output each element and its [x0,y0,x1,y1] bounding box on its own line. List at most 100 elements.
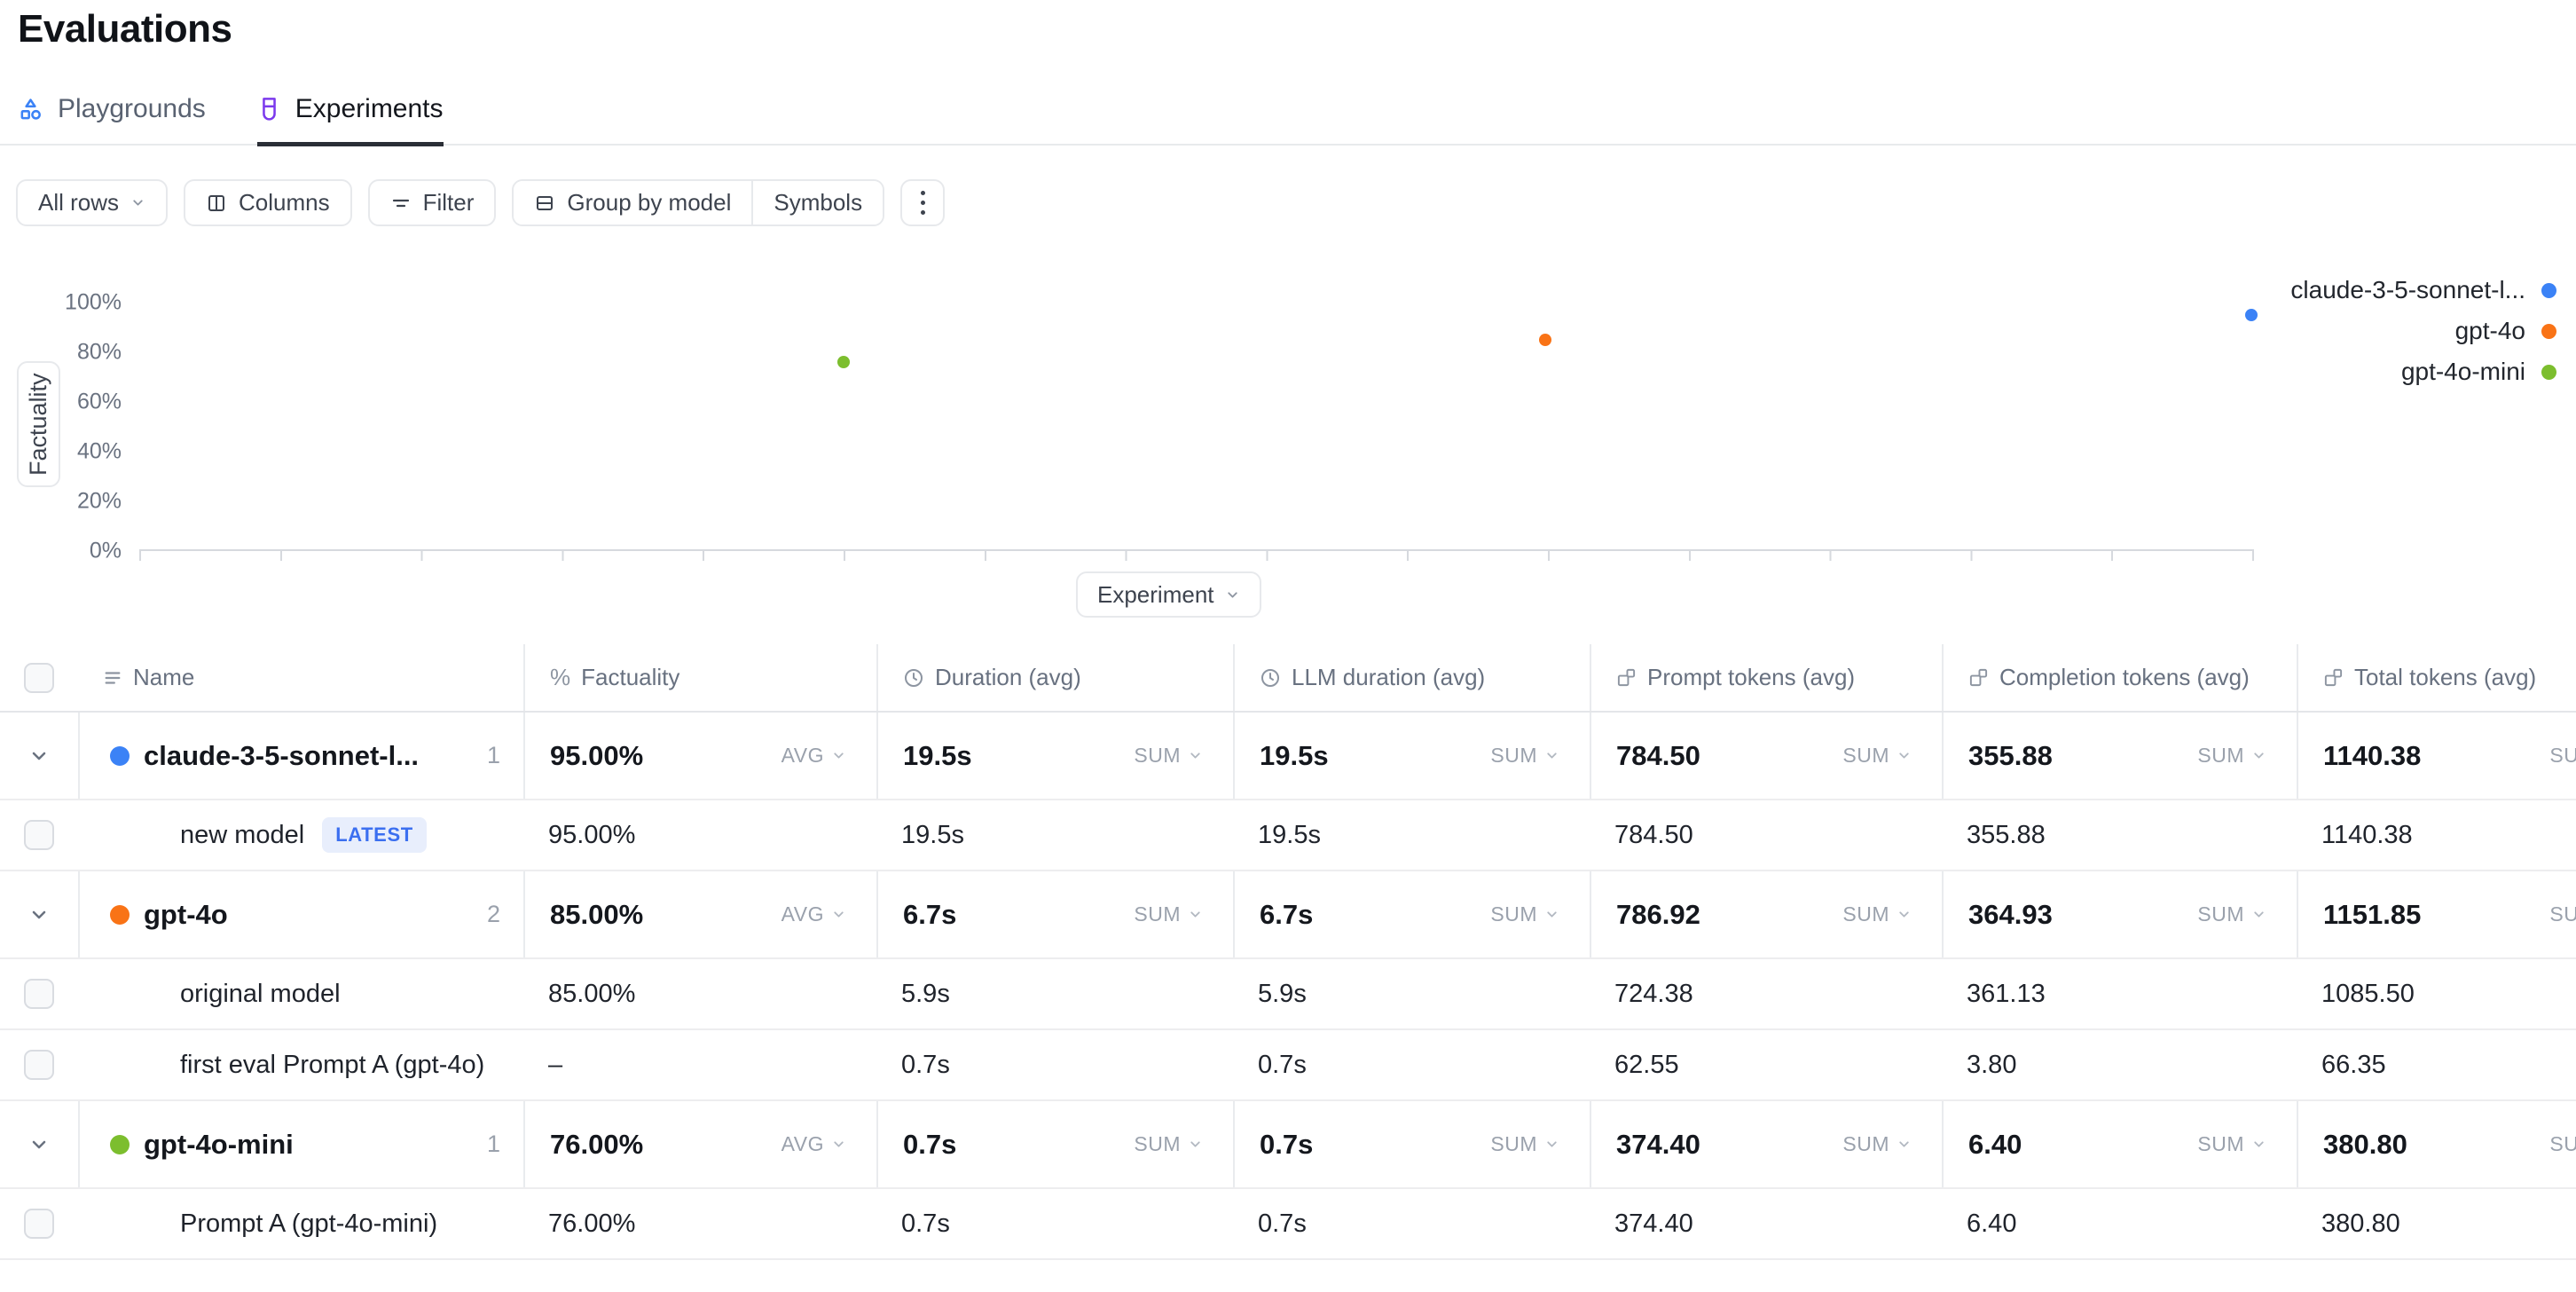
y-axis-tick-label: 20% [24,489,122,515]
data-point-gpt-4o[interactable] [1539,334,1551,346]
metric-cell-llm_duration: 0.7sSUM [1233,1101,1590,1187]
experiment-row[interactable]: original model85.00%5.9s5.9s724.38361.13… [0,959,2576,1030]
name-cell: claude-3-5-sonnet-l...1 [78,713,523,799]
tab-playgrounds[interactable]: Playgrounds [18,94,206,146]
model-group-row[interactable]: gpt-4o-mini176.00%AVG0.7sSUM0.7sSUM374.4… [0,1101,2576,1189]
filter-icon [390,193,412,214]
metric-cell-duration: 19.5s [876,800,1233,870]
column-header-completion-tokens[interactable]: Completion tokens (avg) [1942,644,2297,711]
aggregation-selector[interactable]: SUM [1134,902,1233,926]
model-name: gpt-4o [144,899,228,931]
aggregation-selector[interactable]: SUM [2549,1132,2576,1156]
aggregation-selector[interactable]: SUM [1842,1132,1942,1156]
column-header-total-tokens[interactable]: Total tokens (avg) [2297,644,2576,711]
aggregation-selector[interactable]: SUM [2549,744,2576,768]
data-point-claude-3-5-sonnet-l-[interactable] [2245,309,2258,321]
aggregation-selector[interactable]: SUM [1842,744,1942,768]
experiment-row[interactable]: Prompt A (gpt-4o-mini)76.00%0.7s0.7s374.… [0,1189,2576,1260]
legend-label: gpt-4o-mini [2401,358,2525,386]
metric-cell-total_tokens: 380.80 [2297,1189,2576,1258]
chevron-down-icon [1897,907,1912,922]
cell-value: – [548,1051,562,1080]
experiment-name: new model [180,821,304,850]
aggregation-label: AVG [781,1132,824,1156]
metric-cell-prompt_tokens: 62.55 [1590,1030,1942,1099]
chevron-down-icon [1544,1137,1559,1152]
column-header-factuality[interactable]: % Factuality [523,644,876,711]
columns-icon [206,193,227,214]
aggregation-label: SUM [1842,902,1889,926]
row-select-cell [0,713,78,799]
columns-button[interactable]: Columns [184,179,352,226]
y-axis-tick-label: 100% [24,290,122,316]
cell-value: 0.7s [903,1129,956,1161]
column-header-llm-duration[interactable]: LLM duration (avg) [1233,644,1590,711]
experiment-row[interactable]: new modelLATEST95.00%19.5s19.5s784.50355… [0,800,2576,871]
row-checkbox[interactable] [24,820,54,850]
symbols-button[interactable]: Symbols [751,181,883,225]
page-title: Evaluations [18,7,232,51]
name-cell: gpt-4o2 [78,871,523,957]
cell-value: 85.00% [548,980,635,1009]
filter-button[interactable]: Filter [368,179,497,226]
group-by-model-button[interactable]: Group by model [514,181,751,225]
metric-cell-llm_duration: 0.7s [1233,1189,1590,1258]
kebab-icon [921,191,925,215]
model-group-row[interactable]: gpt-4o285.00%AVG6.7sSUM6.7sSUM786.92SUM3… [0,871,2576,959]
experiment-row[interactable]: first eval Prompt A (gpt-4o)–0.7s0.7s62.… [0,1030,2576,1101]
chevron-down-icon [28,1134,50,1155]
aggregation-selector[interactable]: SUM [1490,1132,1590,1156]
chevron-down-icon [1188,1137,1203,1152]
x-axis-dimension-selector[interactable]: Experiment [1076,571,1261,618]
aggregation-selector[interactable]: SUM [1842,902,1942,926]
aggregation-label: SUM [2549,902,2576,926]
y-axis-tick-label: 80% [24,340,122,366]
cell-value: 1085.50 [2321,980,2415,1009]
column-header-name[interactable]: Name [78,644,523,711]
y-axis-metric-selector[interactable]: Factuality [17,361,60,487]
row-checkbox[interactable] [24,1050,54,1080]
collapse-group-button[interactable] [20,895,59,934]
column-header-prompt-tokens[interactable]: Prompt tokens (avg) [1590,644,1942,711]
model-name: gpt-4o-mini [144,1129,294,1161]
metric-cell-total_tokens: 1140.38SUM [2297,713,2576,799]
aggregation-selector[interactable]: SUM [1134,1132,1233,1156]
cell-value: 3.80 [1967,1051,2016,1080]
name-cell: new modelLATEST [78,800,523,870]
aggregation-selector[interactable]: SUM [1490,902,1590,926]
rows-filter-dropdown[interactable]: All rows [16,179,168,226]
aggregation-selector[interactable]: SUM [1134,744,1233,768]
data-point-gpt-4o-mini[interactable] [837,356,850,368]
tab-label: Experiments [295,94,444,124]
aggregation-selector[interactable]: SUM [2197,744,2297,768]
name-cell: original model [78,959,523,1028]
aggregation-selector[interactable]: SUM [2197,1132,2297,1156]
clock-icon [903,667,924,689]
filter-label: Filter [423,189,475,217]
select-all-checkbox[interactable] [24,663,54,693]
metric-cell-prompt_tokens: 786.92SUM [1590,871,1942,957]
tab-experiments[interactable]: Experiments [257,94,444,146]
row-checkbox[interactable] [24,979,54,1009]
aggregation-selector[interactable]: SUM [2197,902,2297,926]
metric-cell-completion_tokens: 355.88SUM [1942,713,2297,799]
cell-value: 6.7s [1260,899,1313,931]
collapse-group-button[interactable] [20,737,59,776]
more-options-button[interactable] [900,179,945,226]
chevron-down-icon [1188,748,1203,763]
chevron-down-icon [28,745,50,767]
aggregation-selector[interactable]: AVG [781,744,876,768]
aggregation-selector[interactable]: SUM [1490,744,1590,768]
x-axis-tick-marks [139,551,2254,561]
collapse-group-button[interactable] [20,1125,59,1164]
aggregation-selector[interactable]: SUM [2549,902,2576,926]
experiment-name: Prompt A (gpt-4o-mini) [180,1209,437,1239]
row-checkbox[interactable] [24,1209,54,1239]
column-label: Factuality [581,664,679,691]
model-group-row[interactable]: claude-3-5-sonnet-l...195.00%AVG19.5sSUM… [0,713,2576,800]
aggregation-selector[interactable]: AVG [781,902,876,926]
column-header-duration[interactable]: Duration (avg) [876,644,1233,711]
metric-cell-duration: 19.5sSUM [876,713,1233,799]
aggregation-selector[interactable]: AVG [781,1132,876,1156]
metric-cell-prompt_tokens: 784.50SUM [1590,713,1942,799]
